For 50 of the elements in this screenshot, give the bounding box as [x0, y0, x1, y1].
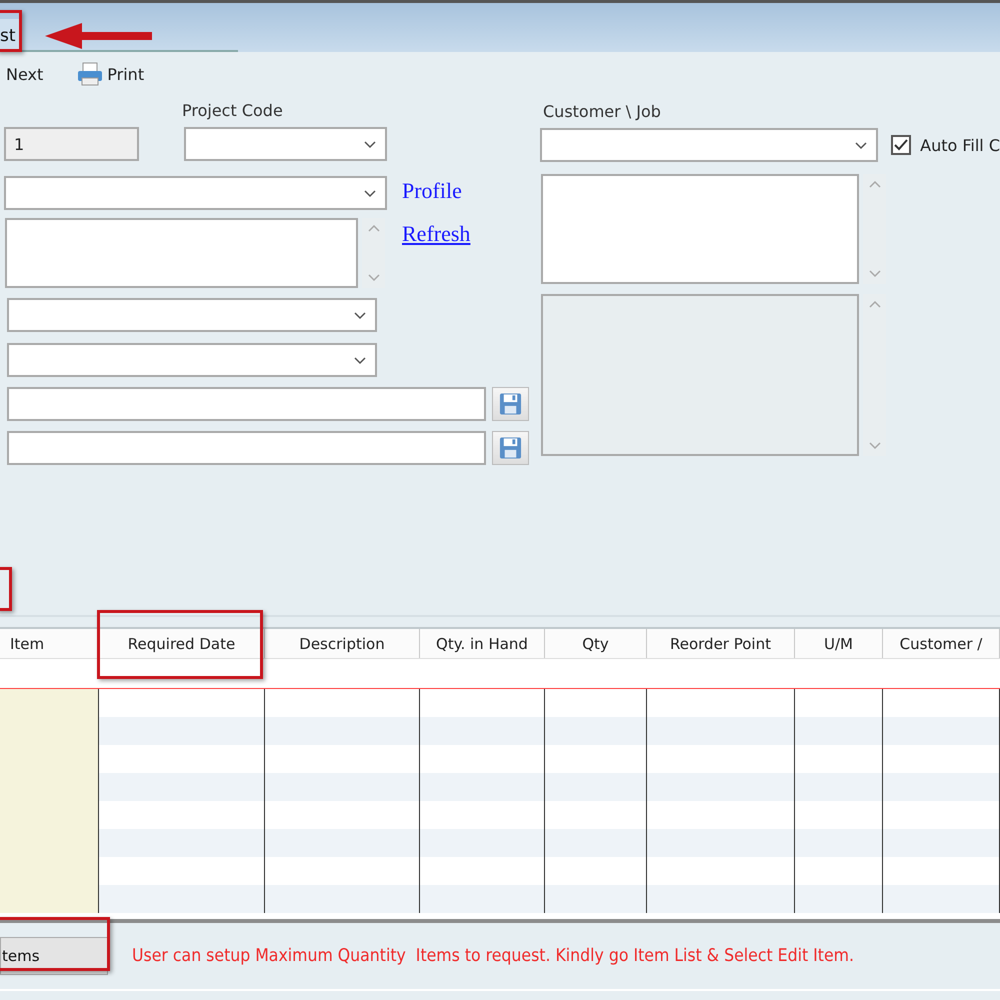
number-field[interactable]: 1 — [4, 127, 139, 161]
printer-icon — [77, 62, 104, 86]
column-header[interactable]: Qty. in Hand — [420, 629, 545, 658]
text-area[interactable] — [541, 294, 859, 456]
column-header[interactable]: Required Date — [99, 629, 265, 658]
dropdown[interactable] — [4, 176, 387, 210]
field-label: Project Code — [182, 102, 284, 120]
text-field[interactable] — [7, 431, 486, 465]
field-label: Customer \ Job — [543, 103, 662, 121]
toolbar-button[interactable]: Next — [6, 64, 44, 84]
profile-link[interactable]: Profile — [402, 178, 462, 204]
checkbox[interactable] — [891, 135, 912, 155]
toolbar-button[interactable]: Print — [77, 62, 144, 86]
text-field[interactable] — [7, 387, 486, 421]
highlight-frame — [0, 10, 22, 52]
text-area[interactable] — [5, 218, 358, 288]
chevron-up-icon[interactable] — [868, 300, 882, 309]
dropdown[interactable] — [7, 298, 377, 332]
filter-row[interactable] — [0, 658, 1000, 689]
save-button[interactable] — [492, 431, 529, 465]
table-row[interactable] — [0, 885, 1000, 913]
table-row[interactable] — [0, 717, 1000, 745]
chevron-down-icon — [363, 188, 377, 198]
highlight-frame — [0, 567, 12, 611]
chevron-down-icon[interactable] — [366, 273, 380, 282]
chevron-down-icon — [854, 140, 868, 150]
dropdown[interactable] — [540, 128, 878, 162]
chevron-down-icon — [363, 140, 377, 148]
column-header[interactable]: Customer / — [883, 629, 1000, 658]
column-header[interactable]: Reorder Point — [647, 629, 795, 658]
table-row[interactable] — [0, 773, 1000, 801]
column-header[interactable]: Description — [265, 629, 420, 658]
checkbox-label: Auto Fill C — [920, 136, 1000, 154]
chevron-down-icon[interactable] — [868, 269, 882, 278]
dropdown[interactable] — [7, 343, 377, 377]
table-row[interactable] — [0, 829, 1000, 857]
text-area[interactable] — [541, 174, 859, 284]
chevron-up-icon[interactable] — [868, 180, 882, 189]
chevron-down-icon[interactable] — [868, 441, 882, 450]
hint-message: User can setup Maximum Quantity Items to request. Kindly go Item List & Select Edit Item. — [132, 946, 854, 966]
items-button[interactable]: tems — [0, 937, 108, 975]
save-button[interactable] — [492, 387, 529, 421]
chevron-down-icon — [353, 310, 367, 320]
dropdown[interactable] — [184, 127, 387, 161]
column-header[interactable]: Qty — [545, 629, 647, 658]
column-header[interactable]: Item — [0, 629, 99, 658]
column-header[interactable]: U/M — [795, 629, 883, 658]
refresh-link[interactable]: Refresh — [402, 221, 470, 247]
chevron-down-icon — [353, 356, 367, 364]
chevron-up-icon[interactable] — [366, 224, 380, 233]
